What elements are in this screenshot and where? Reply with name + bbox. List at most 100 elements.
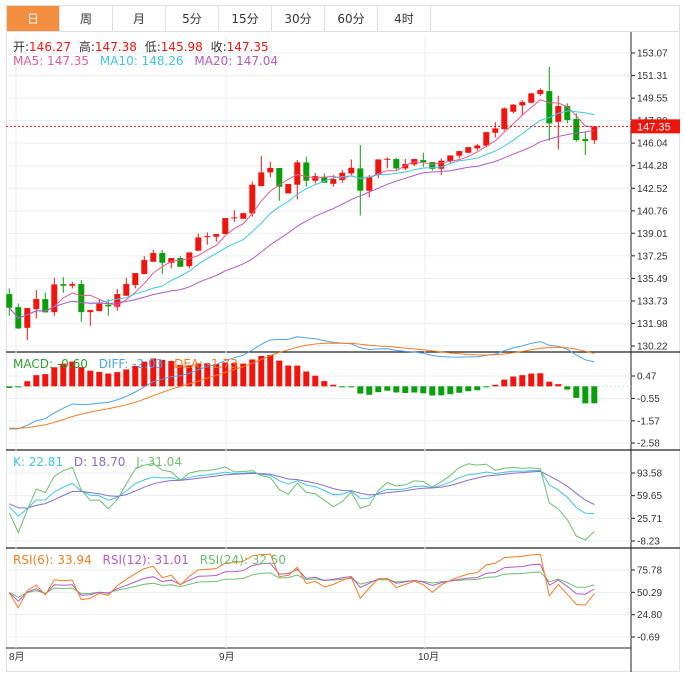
price-tick-label: 140.76 xyxy=(637,206,668,217)
candle-up xyxy=(438,160,445,169)
macd-tick-label: -2.58 xyxy=(637,439,660,450)
macd-bar xyxy=(537,373,544,387)
candle-up xyxy=(591,126,598,141)
macd-bar xyxy=(456,386,463,393)
rsi-tick-label: 75.78 xyxy=(637,566,662,577)
ma5-value: MA5: 147.35 xyxy=(13,54,90,68)
candle-up xyxy=(456,151,463,156)
kline-chart[interactable]: 8月9月10月153.07151.31149.55147.80146.04144… xyxy=(0,0,684,676)
candle-up xyxy=(492,128,499,133)
open-value: 146.27 xyxy=(29,40,72,54)
dea-value: DEA: -1.73 xyxy=(174,357,238,371)
macd-bar xyxy=(42,374,49,387)
macd-bar xyxy=(24,381,31,387)
candle-down xyxy=(78,284,85,313)
candle-up xyxy=(150,253,157,262)
candle-up xyxy=(483,132,490,146)
candle-up xyxy=(222,218,229,235)
ma20-value: MA20: 147.04 xyxy=(194,54,279,68)
candle-up xyxy=(24,308,31,328)
macd-bar xyxy=(564,386,571,390)
last-price-label: 147.35 xyxy=(637,121,671,133)
candle-up xyxy=(375,159,382,175)
price-tick-label: 139.01 xyxy=(637,229,668,240)
macd-bar xyxy=(483,386,490,388)
macd-bar xyxy=(15,386,22,388)
macd-bar xyxy=(582,386,589,404)
candle-up xyxy=(294,162,301,185)
candle-up xyxy=(510,104,517,112)
high-label: 高: xyxy=(78,40,95,54)
macd-bar xyxy=(105,373,112,387)
candle-up xyxy=(204,236,211,238)
close-value: 147.35 xyxy=(226,40,269,54)
candle-up xyxy=(33,299,40,310)
macd-bar xyxy=(429,386,436,396)
macd-bar xyxy=(294,365,301,387)
price-tick-label: 149.55 xyxy=(637,94,668,105)
macd-bar xyxy=(393,386,400,393)
rsi6-value: RSI(6): 33.94 xyxy=(13,553,92,567)
open-label: 开: xyxy=(13,40,30,54)
macd-bar xyxy=(591,386,598,404)
candle-down xyxy=(420,160,427,163)
macd-bar xyxy=(348,386,355,388)
candle-up xyxy=(285,184,292,194)
macd-bar xyxy=(285,365,292,387)
candle-up xyxy=(366,176,373,191)
macd-bar xyxy=(366,386,373,395)
ma10-value: MA10: 148.26 xyxy=(99,54,184,68)
candle-up xyxy=(330,179,337,184)
candle-down xyxy=(303,162,310,181)
macd-bar xyxy=(492,384,499,387)
candle-down xyxy=(573,119,580,141)
macd-bar xyxy=(519,375,526,387)
kdj-tick-label: 25.71 xyxy=(637,514,662,525)
j-value: J: 31.04 xyxy=(136,455,182,469)
macd-bar xyxy=(330,384,337,387)
candle-up xyxy=(123,284,130,296)
candle-down xyxy=(159,253,166,263)
kdj-tick-label: -8.23 xyxy=(637,537,660,548)
ma5-line xyxy=(8,99,595,319)
price-tick-label: 131.98 xyxy=(637,319,668,330)
macd-bar xyxy=(411,386,418,393)
macd-bar xyxy=(573,386,580,398)
macd-bar xyxy=(321,381,328,387)
x-tick-label: 10月 xyxy=(418,651,439,663)
macd-bar xyxy=(474,386,481,391)
macd-bar xyxy=(420,386,427,394)
candle-up xyxy=(213,234,220,237)
macd-bar xyxy=(114,372,121,387)
low-label: 低: xyxy=(144,40,161,54)
price-tick-label: 130.22 xyxy=(637,342,668,353)
x-tick-label: 9月 xyxy=(219,651,235,663)
macd-bar xyxy=(6,386,13,388)
kdj-tick-label: 93.58 xyxy=(637,469,662,480)
macd-bar xyxy=(87,370,94,387)
macd-bar xyxy=(123,369,130,387)
candle-up xyxy=(267,168,274,173)
candle-down xyxy=(357,168,364,191)
price-tick-label: 144.28 xyxy=(637,161,668,172)
macd-bar xyxy=(528,373,535,387)
candle-up xyxy=(240,213,247,219)
macd-bar xyxy=(546,381,553,387)
low-value: 145.98 xyxy=(160,40,203,54)
macd-bar xyxy=(438,386,445,396)
macd-bar xyxy=(303,371,310,387)
macd-bar xyxy=(276,360,283,387)
rsi-tick-label: 50.29 xyxy=(637,588,662,599)
candle-up xyxy=(249,184,256,214)
candle-up xyxy=(87,310,94,313)
rsi-tick-label: -0.69 xyxy=(637,633,660,644)
macd-bar xyxy=(402,386,409,393)
candle-up xyxy=(519,102,526,106)
ohlc-legend: 开:146.27 高:147.38 低:145.98 收:147.35 xyxy=(13,38,276,55)
price-tick-label: 153.07 xyxy=(637,49,668,60)
candle-up xyxy=(474,145,481,149)
d-value: D: 18.70 xyxy=(73,455,126,469)
candle-up xyxy=(447,155,454,162)
close-label: 收: xyxy=(210,40,227,54)
macd-bar xyxy=(375,386,382,393)
